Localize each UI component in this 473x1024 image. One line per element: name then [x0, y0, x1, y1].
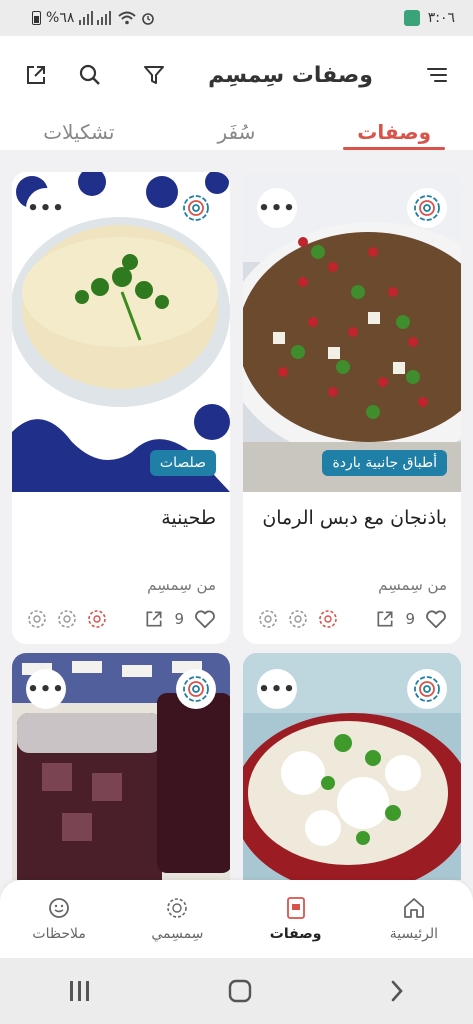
- recipe-actions: 9: [257, 608, 447, 630]
- recipe-grid: ••• أطباق جانبية باردة باذنجان مع دبس ال…: [0, 150, 473, 880]
- rosette-icon: [28, 610, 46, 628]
- like-count: 9: [174, 610, 184, 628]
- nav-label: وصفات: [269, 926, 322, 942]
- card-action-group: 9: [375, 609, 447, 629]
- search-icon[interactable]: [74, 59, 106, 91]
- share-icon[interactable]: [144, 609, 164, 629]
- recipe-image: ••• أطباق جانبية باردة: [243, 172, 461, 492]
- recipe-info: باذنجان مع دبس الرمان من سِمسِم 9: [243, 492, 461, 644]
- top-tabs: تشكيلات سُفَر وصفات: [0, 114, 473, 150]
- brand-logo-icon: [176, 188, 216, 228]
- recipe-title: طحينية: [161, 507, 216, 529]
- bottom-nav: ملاحظات سِمسِمي وصفات الرئيسية: [0, 880, 473, 958]
- signal-icon: [79, 11, 112, 25]
- menu-icon[interactable]: [421, 59, 453, 91]
- recipe-card[interactable]: •••: [12, 653, 230, 880]
- difficulty-rating: [257, 608, 339, 630]
- recent-apps-icon[interactable]: [68, 980, 92, 1002]
- wifi-icon: [118, 11, 137, 25]
- like-count: 9: [405, 610, 415, 628]
- status-right: ٣:٠٦: [403, 10, 455, 26]
- app-header: وصفات سِمسِم: [0, 36, 473, 114]
- recipe-image: ••• صلصات: [12, 172, 230, 492]
- tab-feasts[interactable]: سُفَر: [171, 120, 301, 150]
- app-title: وصفات سِمسِم: [208, 62, 373, 88]
- recipe-book-icon: [286, 897, 305, 919]
- recipe-source: من سِمسِم: [147, 576, 216, 594]
- nav-home[interactable]: الرئيسية: [355, 880, 473, 958]
- more-options-button[interactable]: •••: [26, 188, 66, 228]
- nav-label: الرئيسية: [389, 926, 438, 942]
- rosette-icon: [289, 610, 307, 628]
- nav-notes[interactable]: ملاحظات: [0, 880, 118, 958]
- header-actions: [20, 59, 170, 91]
- brand-logo-icon: [407, 188, 447, 228]
- recipe-card[interactable]: •••: [243, 653, 461, 880]
- more-options-button[interactable]: •••: [257, 669, 297, 709]
- status-left: %٦٨: [32, 10, 155, 26]
- alarm-icon: [142, 13, 155, 25]
- smiley-icon: [49, 898, 70, 918]
- status-bar: %٦٨ ٣:٠٦: [0, 0, 473, 36]
- brand-logo-icon: [176, 669, 216, 709]
- recipe-card[interactable]: ••• أطباق جانبية باردة باذنجان مع دبس ال…: [243, 172, 461, 644]
- notification-app-icon: [403, 10, 420, 26]
- recipe-info: طحينية من سِمسِم 9: [12, 492, 230, 644]
- nav-recipes[interactable]: وصفات: [237, 880, 355, 958]
- nav-mysimsim[interactable]: سِمسِمي: [118, 880, 236, 958]
- card-action-group: 9: [144, 609, 216, 629]
- battery-level: %٦٨: [46, 10, 75, 26]
- share-icon[interactable]: [375, 609, 395, 629]
- filter-icon[interactable]: [138, 59, 170, 91]
- recipe-card[interactable]: ••• صلصات طحينية من سِمسِم 9: [12, 172, 230, 644]
- recipe-title: باذنجان مع دبس الرمان: [262, 507, 447, 529]
- rosette-icon: [259, 610, 277, 628]
- brand-logo-icon: [407, 669, 447, 709]
- nav-label: ملاحظات: [32, 926, 86, 942]
- difficulty-rating: [26, 608, 108, 630]
- recipe-image: •••: [243, 653, 461, 880]
- rosette-icon-active: [88, 610, 106, 628]
- tab-recipes[interactable]: وصفات: [329, 120, 459, 150]
- recipe-actions: 9: [26, 608, 216, 630]
- rosette-icon: [58, 610, 76, 628]
- home-icon: [403, 898, 424, 918]
- recipe-source: من سِمسِم: [378, 576, 447, 594]
- share-icon[interactable]: [20, 59, 52, 91]
- category-badge[interactable]: أطباق جانبية باردة: [322, 450, 447, 476]
- more-options-button[interactable]: •••: [257, 188, 297, 228]
- home-button-icon[interactable]: [228, 979, 252, 1003]
- more-options-button[interactable]: •••: [26, 669, 66, 709]
- back-icon[interactable]: [389, 979, 405, 1003]
- tab-collections[interactable]: تشكيلات: [14, 120, 144, 150]
- nav-label: سِمسِمي: [151, 926, 204, 942]
- battery-icon: [32, 11, 41, 25]
- recipe-image: •••: [12, 653, 230, 880]
- heart-icon[interactable]: [425, 609, 447, 629]
- rosette-icon-active: [319, 610, 337, 628]
- category-badge[interactable]: صلصات: [149, 450, 216, 476]
- heart-icon[interactable]: [194, 609, 216, 629]
- system-nav-bar: [0, 958, 473, 1024]
- rosette-icon: [167, 898, 188, 918]
- status-time: ٣:٠٦: [427, 10, 455, 26]
